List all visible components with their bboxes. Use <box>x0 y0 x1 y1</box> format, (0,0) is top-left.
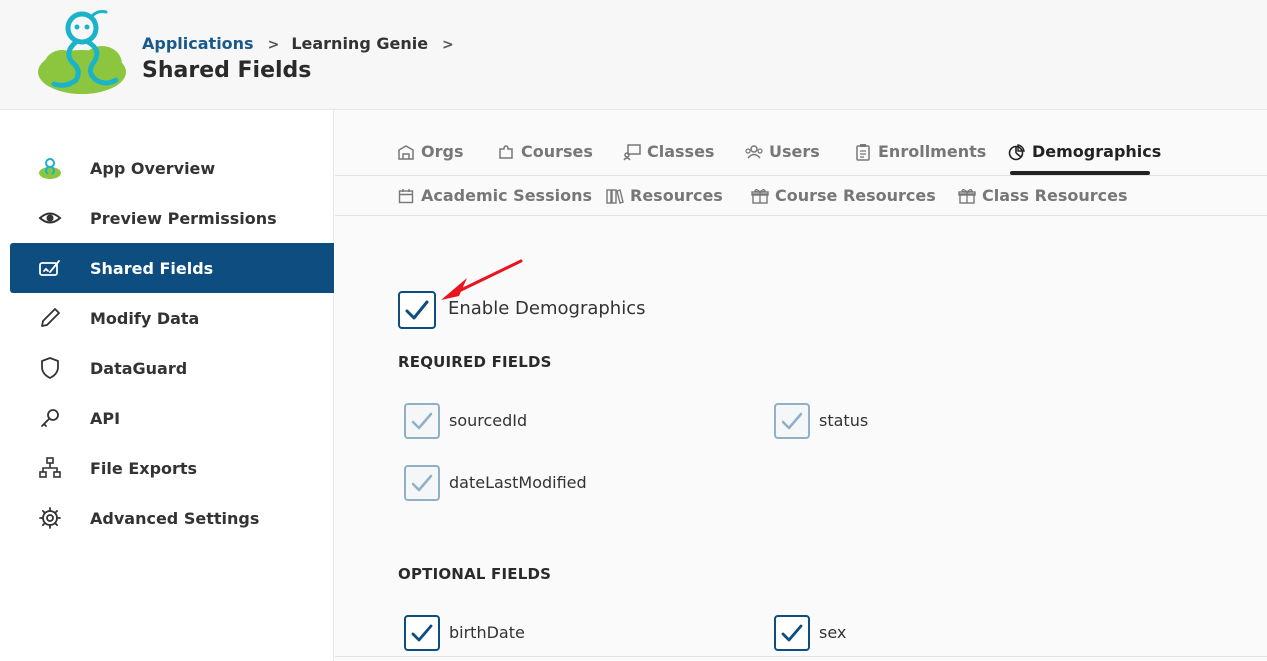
page-title: Shared Fields <box>142 58 312 83</box>
tab-bar-primary: Orgs Courses Classes Users Enrollments D… <box>335 132 1267 176</box>
main-content: Orgs Courses Classes Users Enrollments D… <box>335 110 1267 661</box>
sidebar-item-file-exports[interactable]: File Exports <box>10 443 334 493</box>
checkmark-icon <box>411 412 433 430</box>
checkmark-icon <box>411 624 433 642</box>
annotation-arrow-icon <box>441 259 523 300</box>
field-checkbox-birthdate[interactable] <box>404 615 440 651</box>
field-label-sex: sex <box>819 623 847 642</box>
tab-label: Enrollments <box>878 142 987 161</box>
tab-label: Resources <box>630 186 723 205</box>
breadcrumb-learning-genie[interactable]: Learning Genie <box>291 34 428 53</box>
field-checkbox-sex[interactable] <box>774 615 810 651</box>
breadcrumb-applications[interactable]: Applications <box>142 34 254 53</box>
sidebar-item-label: Advanced Settings <box>90 508 260 528</box>
sidebar-item-advanced-settings[interactable]: Advanced Settings <box>10 493 334 543</box>
optional-fields-title: OPTIONAL FIELDS <box>398 565 552 583</box>
clipboard-icon <box>854 143 872 161</box>
sidebar-item-modify-data[interactable]: Modify Data <box>10 293 334 343</box>
tab-course-resources[interactable]: Course Resources <box>751 186 936 205</box>
app-header: Applications > Learning Genie > Shared Fiel… <box>0 0 1267 110</box>
field-label-datelastmodified: dateLastModified <box>449 473 587 492</box>
field-label-sourcedid: sourcedId <box>449 411 528 430</box>
field-label-status: status <box>819 411 869 430</box>
sidebar-item-label: Modify Data <box>90 308 200 328</box>
chalkboard-icon <box>623 143 641 161</box>
tab-label: Class Resources <box>982 186 1128 205</box>
field-checkbox-status <box>774 403 810 439</box>
gear-icon <box>38 506 62 530</box>
users-icon <box>745 143 763 161</box>
sidebar: App Overview Preview Permissions Shared … <box>0 110 334 661</box>
shared-fields-icon <box>38 256 62 280</box>
tab-label: Orgs <box>421 142 464 161</box>
gift-box-icon <box>751 187 769 205</box>
tab-bar-secondary: Academic Sessions Resources Course Resou… <box>335 176 1267 216</box>
tab-academic-sessions[interactable]: Academic Sessions <box>397 186 592 205</box>
puzzle-icon <box>497 143 515 161</box>
required-fields-title: REQUIRED FIELDS <box>398 353 552 371</box>
chevron-right-icon: > <box>267 37 280 53</box>
sidebar-item-label: File Exports <box>90 458 198 478</box>
checkmark-icon <box>781 412 803 430</box>
divider <box>335 656 1267 657</box>
genie-icon <box>38 156 62 180</box>
sidebar-item-label: Preview Permissions <box>90 208 277 228</box>
tab-resources[interactable]: Resources <box>606 186 723 205</box>
key-icon <box>38 406 62 430</box>
calendar-icon <box>397 187 415 205</box>
enable-demographics-checkbox[interactable] <box>398 291 436 329</box>
learning-genie-logo <box>38 10 126 94</box>
tab-label: Academic Sessions <box>421 186 592 205</box>
tab-label: Courses <box>521 142 593 161</box>
sidebar-item-label: DataGuard <box>90 358 188 378</box>
sidebar-item-app-overview[interactable]: App Overview <box>10 143 334 193</box>
tab-class-resources[interactable]: Class Resources <box>958 186 1127 205</box>
sidebar-item-label: App Overview <box>90 158 216 178</box>
checkmark-icon <box>781 624 803 642</box>
eye-icon <box>38 206 62 230</box>
checkmark-icon <box>405 300 429 320</box>
building-icon <box>397 143 415 161</box>
sidebar-item-label: API <box>90 408 121 428</box>
sitemap-icon <box>38 456 62 480</box>
sidebar-item-api[interactable]: API <box>10 393 334 443</box>
field-label-birthdate: birthDate <box>449 623 525 642</box>
sidebar-item-shared-fields[interactable]: Shared Fields <box>10 243 334 293</box>
tab-orgs[interactable]: Orgs <box>397 142 463 161</box>
field-checkbox-sourcedid <box>404 403 440 439</box>
gift-box-icon <box>958 187 976 205</box>
sidebar-item-dataguard[interactable]: DataGuard <box>10 343 334 393</box>
tab-label: Classes <box>647 142 715 161</box>
chevron-right-icon: > <box>442 37 454 53</box>
checkmark-icon <box>411 474 433 492</box>
sidebar-item-preview-permissions[interactable]: Preview Permissions <box>10 193 334 243</box>
pie-chart-icon <box>1008 143 1026 161</box>
pencil-icon <box>38 306 62 330</box>
active-tab-indicator <box>1010 171 1150 175</box>
tab-label: Demographics <box>1032 142 1162 161</box>
breadcrumb: Applications > Learning Genie > <box>142 34 466 53</box>
books-icon <box>606 187 624 205</box>
field-checkbox-datelastmodified <box>404 465 440 501</box>
tab-classes[interactable]: Classes <box>623 142 714 161</box>
tab-label: Course Resources <box>775 186 936 205</box>
tab-courses[interactable]: Courses <box>497 142 593 161</box>
tab-users[interactable]: Users <box>745 142 820 161</box>
sidebar-item-label: Shared Fields <box>90 258 214 278</box>
shield-icon <box>38 356 62 380</box>
tab-enrollments[interactable]: Enrollments <box>854 142 986 161</box>
tab-demographics[interactable]: Demographics <box>1008 142 1161 161</box>
tab-label: Users <box>769 142 820 161</box>
